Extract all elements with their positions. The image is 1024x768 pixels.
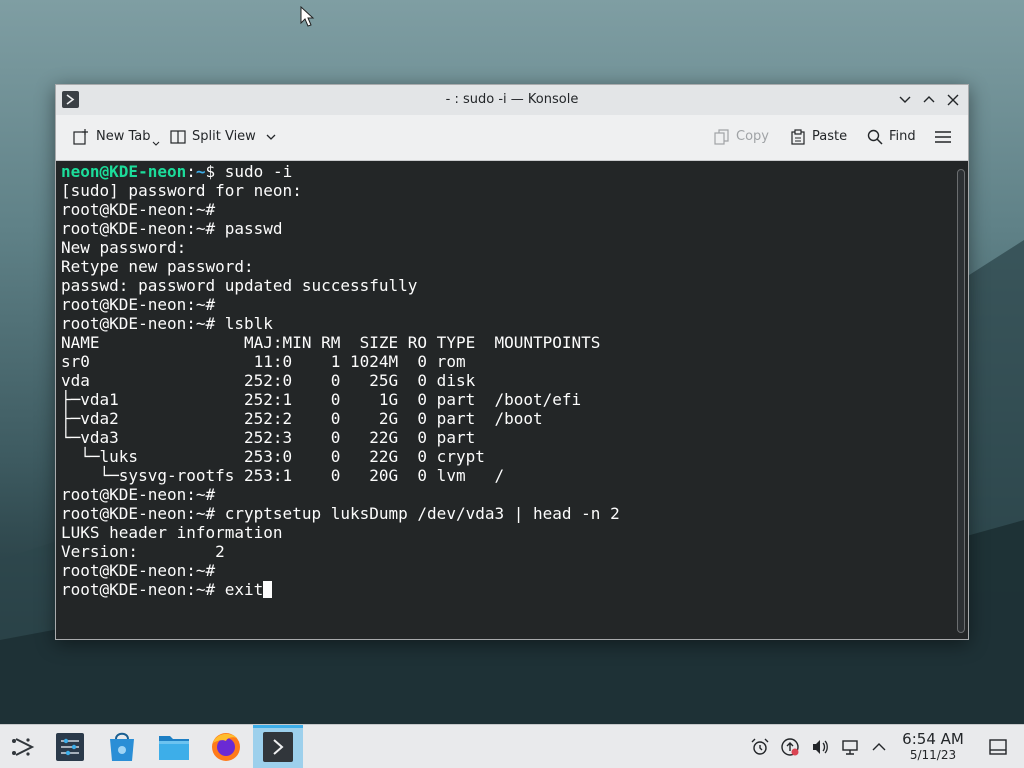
hamburger-menu-icon	[935, 131, 951, 143]
chevron-down-icon	[266, 134, 276, 140]
copy-icon	[714, 129, 729, 145]
terminal-cursor	[263, 581, 273, 598]
terminal-current-line: root@KDE-neon:~# exit	[61, 580, 620, 599]
split-view-icon	[170, 130, 186, 144]
terminal-line: root@KDE-neon:~#	[61, 485, 216, 504]
current-command: root@KDE-neon:~# exit	[61, 580, 264, 599]
split-view-label: Split View	[192, 129, 256, 144]
konsole-window[interactable]: - : sudo -i — Konsole New Tab Split View	[55, 84, 969, 640]
konsole-task-button[interactable]	[260, 729, 296, 765]
hamburger-menu-button[interactable]	[934, 126, 958, 148]
chevron-up-icon[interactable]	[869, 737, 889, 757]
terminal-line: New password:	[61, 238, 187, 257]
discover-button[interactable]	[104, 729, 140, 765]
close-button[interactable]	[944, 91, 962, 109]
update-notifier-icon[interactable]	[780, 737, 800, 757]
terminal-area[interactable]: neon@KDE-neon:~$ sudo -i [sudo] password …	[56, 161, 968, 639]
terminal-line: sr0 11:0 1 1024M 0 rom	[61, 352, 466, 371]
active-task-indicator	[253, 725, 303, 728]
terminal-line: root@KDE-neon:~#	[61, 295, 216, 314]
terminal-line: vda 252:0 0 25G 0 disk	[61, 371, 476, 390]
terminal-line: root@KDE-neon:~# cryptsetup luksDump /de…	[61, 504, 620, 523]
application-launcher-icon	[12, 738, 35, 756]
network-wired-icon[interactable]	[840, 737, 860, 757]
terminal-line: └─sysvg-rootfs 253:1 0 20G 0 lvm /	[61, 466, 505, 485]
close-icon	[947, 94, 959, 106]
titlebar[interactable]: - : sudo -i — Konsole	[56, 85, 968, 115]
konsole-icon	[263, 732, 293, 762]
application-launcher-button[interactable]	[4, 729, 40, 765]
terminal-line: └─luks 253:0 0 22G 0 crypt	[61, 447, 485, 466]
terminal-line: ├─vda2 252:2 0 2G 0 part /boot	[61, 409, 543, 428]
find-label: Find	[889, 129, 916, 144]
dolphin-button[interactable]	[156, 729, 192, 765]
terminal-line: root@KDE-neon:~#	[61, 561, 216, 580]
terminal-line: LUKS header information	[61, 523, 283, 542]
system-settings-icon	[56, 733, 84, 761]
terminal-output: neon@KDE-neon:~$ sudo -i [sudo] password …	[61, 162, 620, 599]
alarm-clock-icon[interactable]	[750, 737, 770, 757]
prompt-path: ~	[195, 162, 206, 181]
search-icon	[867, 129, 883, 145]
discover-icon	[110, 732, 134, 761]
terminal-line: root@KDE-neon:~# passwd	[61, 219, 283, 238]
prompt-separator: :	[186, 162, 196, 181]
volume-icon[interactable]	[810, 737, 830, 757]
new-tab-label: New Tab	[96, 129, 151, 144]
firefox-button[interactable]	[208, 729, 244, 765]
terminal-line: neon@KDE-neon:~$ sudo -i	[61, 162, 620, 181]
chevron-up-icon	[923, 96, 935, 103]
chevron-down-icon	[899, 96, 911, 103]
terminal-line: └─vda3 252:3 0 22G 0 part	[61, 428, 476, 447]
prompt-user: neon@KDE-neon	[61, 162, 187, 181]
terminal-line: Retype new password:	[61, 257, 254, 276]
paste-icon	[791, 129, 805, 145]
dropdown-corner-icon	[152, 141, 159, 146]
terminal-scrollbar[interactable]	[957, 169, 965, 633]
copy-button[interactable]: Copy	[714, 126, 769, 148]
paste-button[interactable]: Paste	[790, 126, 847, 148]
terminal-line: Version: 2	[61, 542, 225, 561]
paste-label: Paste	[812, 129, 848, 144]
clock-time[interactable]: 6:54 AM	[896, 730, 970, 748]
mouse-cursor-icon	[300, 6, 315, 27]
terminal-line: root@KDE-neon:~# lsblk	[61, 314, 273, 333]
minimize-button[interactable]	[896, 91, 914, 109]
maximize-button[interactable]	[920, 91, 938, 109]
system-settings-button[interactable]	[52, 729, 88, 765]
window-title: - : sudo -i — Konsole	[445, 92, 579, 107]
terminal-line: passwd: password updated successfully	[61, 276, 418, 295]
terminal-line: ├─vda1 252:1 0 1G 0 part /boot/efi	[61, 390, 582, 409]
new-tab-icon	[73, 129, 88, 145]
show-desktop-icon[interactable]	[988, 737, 1008, 757]
new-tab-button[interactable]: New Tab	[72, 126, 160, 148]
clock-date[interactable]: 5/11/23	[896, 748, 970, 762]
desktop: - : sudo -i — Konsole New Tab Split View	[0, 0, 1024, 768]
first-command: $ sudo -i	[205, 162, 293, 181]
terminal-line: root@KDE-neon:~#	[61, 200, 216, 219]
folder-icon	[159, 736, 189, 760]
find-button[interactable]: Find	[867, 126, 916, 148]
copy-label: Copy	[736, 129, 769, 144]
terminal-line: [sudo] password for neon:	[61, 181, 302, 200]
firefox-icon	[212, 733, 240, 761]
toolbar: New Tab Split View Copy Paste Find	[56, 115, 968, 161]
split-view-button[interactable]: Split View	[170, 126, 284, 148]
taskbar	[0, 724, 1024, 768]
terminal-line: NAME MAJ:MIN RM SIZE RO TYPE MOUNTPOINTS	[61, 333, 601, 352]
